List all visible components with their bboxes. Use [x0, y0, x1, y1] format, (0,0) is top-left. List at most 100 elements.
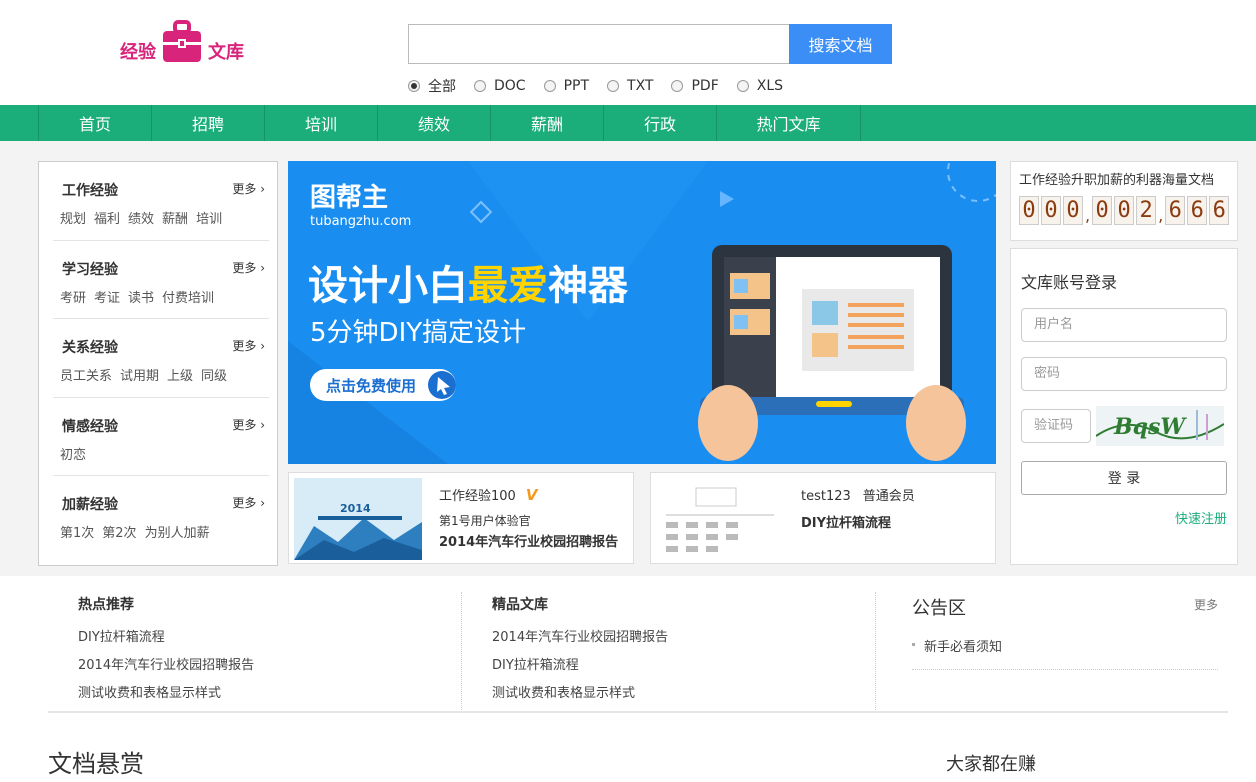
counter-digit: 6: [1209, 196, 1230, 225]
category-link[interactable]: 考研: [60, 291, 86, 306]
radio-icon[interactable]: [736, 80, 749, 92]
doc-title[interactable]: 2014年汽车行业校园招聘报告: [439, 531, 618, 550]
category-link[interactable]: 规划: [60, 212, 86, 227]
counter-separator: ,: [1085, 206, 1091, 225]
banner-headline-a: 设计小白: [308, 263, 468, 309]
category-link[interactable]: 培训: [196, 212, 222, 227]
filter-txt[interactable]: TXT: [607, 76, 653, 96]
search-button[interactable]: 搜索文档: [789, 24, 892, 64]
list-item[interactable]: 测试收费和表格显示样式: [78, 682, 254, 710]
doc-thumbnail: [656, 478, 784, 560]
nav-performance[interactable]: 绩效: [377, 105, 490, 141]
hot-list-title: 热点推荐: [78, 597, 134, 613]
nav-recruit[interactable]: 招聘: [151, 105, 264, 141]
notice-title: 公告区: [912, 598, 966, 619]
nav-home[interactable]: 首页: [38, 105, 151, 141]
category-link[interactable]: 初恋: [60, 448, 86, 463]
promo-banner[interactable]: 图帮主 tubangzhu.com 设计小白最爱神器 5分钟DIY搞定设计 点击…: [288, 161, 996, 464]
list-item[interactable]: 2014年汽车行业校园招聘报告: [78, 654, 254, 682]
banner-headline-b: 最爱: [468, 263, 548, 309]
list-item[interactable]: DIY拉杆箱流程: [492, 654, 668, 682]
banner-subline: 5分钟DIY搞定设计: [310, 318, 526, 348]
category-link[interactable]: 福利: [94, 212, 120, 227]
banner-brand: 图帮主: [310, 183, 388, 213]
more-link[interactable]: 更多 ›: [232, 416, 265, 433]
list-item[interactable]: 测试收费和表格显示样式: [492, 682, 668, 710]
nav-training[interactable]: 培训: [264, 105, 377, 141]
doc-thumbnail: 2014: [294, 478, 422, 560]
radio-icon[interactable]: [543, 80, 556, 92]
counter-digit: 0: [1092, 196, 1113, 225]
category-sidebar: 工作经验 更多 › 规划 福利 绩效 薪酬 培训 学习经验 更多 › 考研 考证 读书 付费培…: [38, 161, 278, 566]
notice-item[interactable]: 新手必看须知: [912, 636, 1218, 670]
banner-domain: tubangzhu.com: [310, 214, 411, 229]
more-link[interactable]: 更多 ›: [232, 180, 265, 197]
radio-icon[interactable]: [607, 80, 620, 92]
doc-user[interactable]: 工作经验100: [439, 485, 516, 504]
briefcase-icon: [163, 20, 201, 62]
list-item[interactable]: 2014年汽车行业校园招聘报告: [492, 626, 668, 654]
captcha-image[interactable]: BqsW: [1096, 406, 1224, 446]
doc-user[interactable]: test123: [801, 489, 851, 504]
filter-xls[interactable]: XLS: [736, 76, 784, 96]
category-link[interactable]: 读书: [128, 291, 154, 306]
category-emotion: 情感经验 更多 › 初恋: [53, 398, 269, 476]
doc-card[interactable]: test123 普通会员 DIY拉杆箱流程: [650, 472, 996, 564]
category-link[interactable]: 考证: [94, 291, 120, 306]
category-link[interactable]: 员工关系: [60, 369, 112, 384]
doc-card[interactable]: 2014 工作经验100 V 第1号用户体验官 2014年汽车行业校园招聘报告: [288, 472, 634, 564]
filter-doc[interactable]: DOC: [474, 76, 526, 96]
filter-label: 全部: [428, 79, 456, 95]
radio-icon[interactable]: [671, 80, 684, 92]
counter-digit: 0: [1114, 196, 1135, 225]
doc-lists: 热点推荐 DIY拉杆箱流程 2014年汽车行业校园招聘报告 测试收费和表格显示样…: [0, 576, 1256, 712]
password-input[interactable]: 密码: [1021, 357, 1227, 391]
category-link[interactable]: 薪酬: [162, 212, 188, 227]
radio-icon[interactable]: [408, 80, 420, 92]
counter-caption: 工作经验升职加薪的利器海量文档: [1019, 173, 1215, 188]
main-area: 工作经验 更多 › 规划 福利 绩效 薪酬 培训 学习经验 更多 › 考研 考证 读书 付费培…: [0, 141, 1256, 576]
filter-ppt[interactable]: PPT: [543, 76, 589, 96]
doc-thumb-year: 2014: [340, 502, 371, 515]
more-link[interactable]: 更多 ›: [232, 494, 265, 511]
category-link[interactable]: 同级: [201, 369, 227, 384]
category-relations: 关系经验 更多 › 员工关系 试用期 上级 同级: [53, 319, 269, 398]
login-button[interactable]: 登 录: [1021, 461, 1227, 495]
banner-headline-c: 神器: [548, 263, 629, 309]
site-logo[interactable]: 经验 文库: [120, 18, 244, 64]
category-link[interactable]: 试用期: [120, 369, 159, 384]
filter-label: PDF: [691, 78, 719, 94]
featured-list: 精品文库 2014年汽车行业校园招聘报告 DIY拉杆箱流程 测试收费和表格显示样…: [492, 594, 668, 710]
filter-pdf[interactable]: PDF: [671, 76, 719, 96]
category-link[interactable]: 第2次: [102, 526, 136, 541]
nav-salary[interactable]: 薪酬: [490, 105, 603, 141]
counter-digit: 0: [1063, 196, 1083, 225]
notice-more-link[interactable]: 更多: [1194, 596, 1218, 613]
more-link[interactable]: 更多 ›: [232, 259, 265, 276]
header: 经验 文库 搜索文档 全部 DOC PPT TXT PDF XLS: [0, 0, 1256, 105]
username-input[interactable]: 用户名: [1021, 308, 1227, 342]
notice-board: 公告区 更多 新手必看须知: [912, 594, 1218, 670]
search-input[interactable]: [408, 24, 789, 64]
radio-icon[interactable]: [474, 80, 486, 92]
nav-admin[interactable]: 行政: [603, 105, 716, 141]
category-link[interactable]: 第1次: [60, 526, 94, 541]
svg-text:设计小白最爱神器: 设计小白最爱神器: [308, 263, 629, 309]
nav-hot-docs[interactable]: 热门文库: [716, 105, 861, 141]
more-link[interactable]: 更多 ›: [232, 337, 265, 354]
category-link[interactable]: 绩效: [128, 212, 154, 227]
doc-user-role: 普通会员: [862, 489, 915, 504]
bounty-heading: 文档悬赏: [48, 750, 144, 778]
earning-heading: 大家都在赚: [946, 754, 1036, 775]
doc-title[interactable]: DIY拉杆箱流程: [801, 512, 915, 531]
list-item[interactable]: DIY拉杆箱流程: [78, 626, 254, 654]
register-link[interactable]: 快速注册: [1021, 508, 1227, 527]
filter-all[interactable]: 全部: [408, 76, 456, 96]
category-link[interactable]: 为别人加薪: [145, 526, 210, 541]
doc-counter: 工作经验升职加薪的利器海量文档 000, 002, 666: [1010, 161, 1238, 241]
category-link[interactable]: 付费培训: [162, 291, 214, 306]
filter-label: XLS: [756, 78, 784, 94]
counter-digit: 6: [1165, 196, 1186, 225]
captcha-input[interactable]: 验证码: [1021, 409, 1091, 443]
category-link[interactable]: 上级: [167, 369, 193, 384]
